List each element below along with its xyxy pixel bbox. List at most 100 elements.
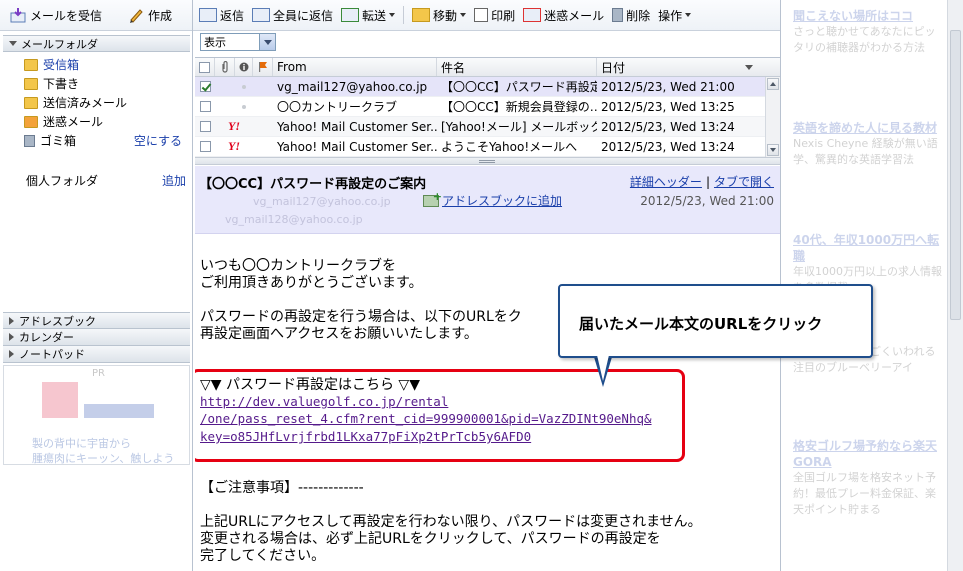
message-date: 2012/5/23, Wed 21:00 (640, 194, 774, 208)
spam-mail-icon (523, 8, 542, 22)
ad-title[interactable]: 聞こえない場所はココ (793, 8, 943, 24)
folder-list: 受信箱 下書き 送信済みメール 迷惑メール ゴミ箱 空にする (0, 55, 190, 150)
row-from: 〇〇カントリークラブ (277, 100, 398, 114)
mail-folders-title: メールフォルダ (21, 37, 98, 51)
section-calendar[interactable]: カレンダー (3, 329, 190, 346)
message-list-header: From 件名 日付 (195, 58, 780, 77)
reply-label: 返信 (220, 8, 245, 23)
view-row: 表示 (200, 33, 276, 51)
row-subject: 【〇〇CC】パスワード再設定… (441, 80, 597, 94)
row-from: Yahoo! Mail Customer Ser... (277, 119, 437, 134)
date-column-header[interactable]: 日付 (597, 58, 759, 76)
reply-button[interactable]: 返信 (199, 7, 244, 24)
reply-icon (199, 8, 217, 22)
ad-title[interactable]: 格安ゴルフ場予約なら楽天GORA (793, 438, 943, 470)
ad-title[interactable]: 40代、年収1000万円へ転職 (793, 232, 943, 264)
add-to-addressbook-label: アドレスブックに追加 (442, 194, 563, 208)
chevron-down-icon (685, 13, 692, 17)
table-row[interactable]: 〇〇カントリークラブ 【〇〇CC】新規会員登録の… 2012/5/23, Wed… (195, 97, 780, 117)
ad-item[interactable]: 英語を諦めた人に見る教材 Nexis Cheyne 経験が無い語学、驚異的な英語… (793, 120, 943, 168)
folder-spam[interactable]: 迷惑メール (0, 112, 190, 131)
row-checkbox[interactable] (199, 101, 211, 112)
detail-header-link[interactable]: 詳細ヘッダー (630, 175, 702, 189)
importance-column[interactable] (235, 58, 253, 76)
personal-folders-label: 個人フォルダ (26, 174, 99, 188)
row-checkbox[interactable] (199, 141, 211, 152)
scroll-down-icon[interactable] (767, 144, 779, 156)
folder-sent[interactable]: 送信済みメール (0, 93, 190, 112)
grip-icon (479, 160, 495, 163)
row-checkbox[interactable] (199, 121, 211, 132)
section-notepad[interactable]: ノートパッド (3, 346, 190, 363)
row-date: 2012/5/23, Wed 13:24 (601, 139, 735, 154)
select-all-checkbox[interactable] (199, 61, 210, 73)
actions-menu-button[interactable]: 操作 (658, 7, 692, 24)
mail-folders-header[interactable]: メールフォルダ (3, 35, 190, 52)
flag-column[interactable] (253, 58, 273, 76)
left-pane: メールを受信 作成 メールフォルダ 受信箱 下書き 送信済みメール 迷惑メール … (0, 0, 193, 571)
message-list: From 件名 日付 vg_mail127@yahoo.co.jp 【〇〇CC】… (195, 57, 780, 157)
actions-label: 操作 (658, 8, 683, 23)
add-personal-folder-link[interactable]: 追加 (162, 172, 186, 189)
print-label: 印刷 (491, 8, 516, 23)
table-row[interactable]: vg_mail127@yahoo.co.jp 【〇〇CC】パスワード再設定… 2… (195, 77, 780, 97)
expand-triangle-icon (9, 350, 14, 358)
reply-all-button[interactable]: 全員に返信 (252, 7, 333, 24)
date-header-label: 日付 (601, 60, 626, 75)
table-row[interactable]: Y! Yahoo! Mail Customer Ser... ようこそYahoo… (195, 137, 780, 157)
scroll-thumb[interactable] (950, 30, 961, 320)
empty-trash-link[interactable]: 空にする (134, 132, 182, 149)
view-select[interactable]: 表示 (200, 33, 276, 51)
receive-mail-button[interactable]: メールを受信 (10, 6, 102, 24)
row-subject: 【〇〇CC】新規会員登録の… (441, 100, 597, 114)
subject-header-label: 件名 (441, 60, 466, 75)
ad-item[interactable]: 格安ゴルフ場予約なら楽天GORA 全国ゴルフ場を格安ネット予約！最低プレー料金保… (793, 438, 943, 518)
ad-title[interactable]: 英語を諦めた人に見る教材 (793, 120, 943, 136)
open-in-tab-link[interactable]: タブで開く (714, 175, 774, 189)
chevron-down-icon (460, 13, 467, 17)
folder-inbox[interactable]: 受信箱 (0, 55, 190, 74)
folder-drafts[interactable]: 下書き (0, 74, 190, 93)
move-button[interactable]: 移動 (412, 7, 467, 24)
message-header-links: 詳細ヘッダー | タブで開く (629, 175, 774, 189)
move-label: 移動 (433, 8, 458, 23)
section-addressbook[interactable]: アドレスブック (3, 312, 190, 329)
delete-button[interactable]: 削除 (612, 7, 650, 24)
folder-label: 迷惑メール (43, 115, 104, 129)
message-subject: 【〇〇CC】パスワード再設定のご案内 (199, 177, 427, 192)
pane-splitter[interactable] (195, 157, 780, 165)
from-header-label: From (277, 60, 307, 74)
right-scrollbar[interactable] (947, 0, 963, 571)
compose-button[interactable]: 作成 (128, 6, 172, 24)
ad-item[interactable]: 聞こえない場所はココ さっと聴かせてあなたにピッタリの補聴器がわかる方法 (793, 8, 943, 56)
scroll-up-icon[interactable] (767, 78, 779, 90)
body-line: 再設定画面へアクセスをお願いいたします。 (200, 326, 478, 342)
flag-icon (258, 62, 267, 72)
body-line: パスワードの再設定を行う場合は、以下のURLをク (200, 309, 522, 325)
select-all-column[interactable] (195, 58, 215, 76)
chevron-down-icon[interactable] (259, 34, 275, 50)
ad-desc: 全国ゴルフ場を格安ネット予約！最低プレー料金保証、楽天ポイント貯まる (793, 471, 936, 516)
message-toolbar: 返信 全員に返信 転送 移動 印刷 迷惑メール 削除 操作 (193, 0, 780, 31)
instruction-callout: 届いたメール本文のURLをクリック (558, 284, 873, 358)
inbox-icon (24, 58, 38, 71)
ad-text-line: 腫瘍肉にキーッン、触しよう (32, 452, 175, 465)
add-to-addressbook-link[interactable]: アドレスブックに追加 (423, 190, 563, 209)
spam-icon (24, 115, 38, 128)
folder-trash[interactable]: ゴミ箱 空にする (0, 131, 190, 150)
table-row[interactable]: Y! Yahoo! Mail Customer Ser... [Yahoo!メー… (195, 117, 780, 137)
subject-column-header[interactable]: 件名 (437, 58, 597, 76)
collapse-triangle-icon (9, 41, 17, 46)
print-icon (474, 8, 489, 22)
print-button[interactable]: 印刷 (474, 7, 515, 24)
from-column-header[interactable]: From (273, 58, 437, 76)
ad-text: 製の背中に宇宙から 腫瘍肉にキーッン、触しよう (32, 436, 182, 466)
row-checkbox[interactable] (199, 81, 211, 92)
view-select-value: 表示 (204, 36, 226, 49)
left-ad-box[interactable]: PR 製の背中に宇宙から 腫瘍肉にキーッン、触しよう (3, 365, 190, 465)
row-from: Yahoo! Mail Customer Ser... (277, 139, 437, 154)
forward-button[interactable]: 転送 (341, 7, 396, 24)
spam-button[interactable]: 迷惑メール (523, 7, 604, 24)
list-scrollbar[interactable] (765, 77, 780, 157)
attachment-column[interactable] (215, 58, 235, 76)
